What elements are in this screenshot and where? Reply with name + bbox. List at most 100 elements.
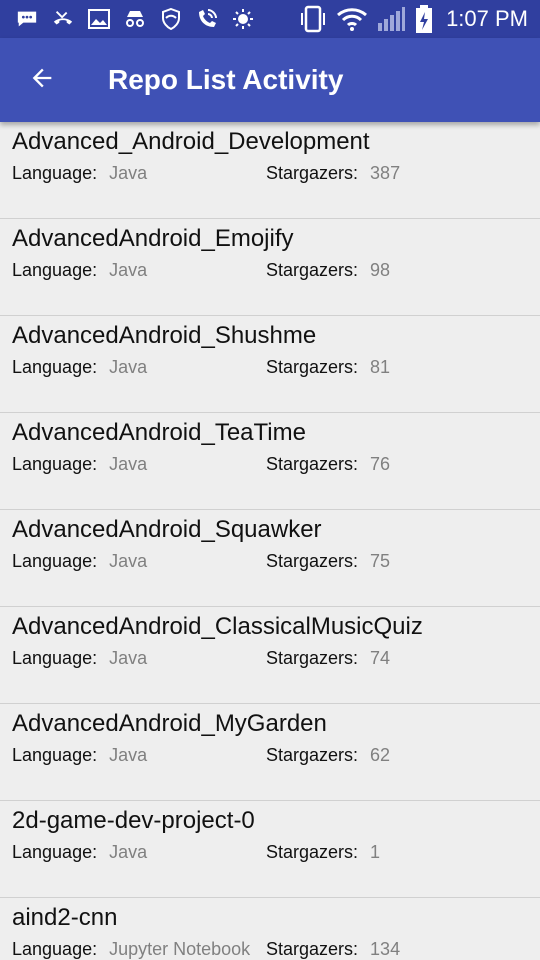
page-title: Repo List Activity bbox=[108, 64, 344, 95]
repo-list-item[interactable]: 2d-game-dev-project-0 Language: Java Sta… bbox=[0, 801, 540, 898]
language-label: Language: bbox=[12, 163, 98, 183]
language-group: Language: Jupyter Notebook bbox=[12, 936, 266, 960]
repo-meta: Language: Java Stargazers: 387 bbox=[12, 160, 528, 186]
stargazers-label: Stargazers: bbox=[266, 163, 359, 183]
repo-list-item[interactable]: AdvancedAndroid_Emojify Language: Java S… bbox=[0, 219, 540, 316]
repo-meta: Language: Java Stargazers: 74 bbox=[12, 645, 528, 671]
stargazers-label: Stargazers: bbox=[266, 939, 359, 959]
language-label: Language: bbox=[12, 357, 98, 377]
language-value: Java bbox=[109, 842, 148, 862]
stargazers-label: Stargazers: bbox=[266, 551, 359, 571]
language-group: Language: Java bbox=[12, 548, 266, 574]
screen: 1:07 PM Repo List Activity Advanced_Andr… bbox=[0, 0, 540, 960]
signal-icon bbox=[376, 7, 406, 31]
language-label: Language: bbox=[12, 745, 98, 765]
arrow-back-icon bbox=[28, 64, 56, 97]
repo-list-item[interactable]: AdvancedAndroid_Shushme Language: Java S… bbox=[0, 316, 540, 413]
stargazers-group: Stargazers: 1 bbox=[266, 839, 380, 865]
wifi-icon bbox=[336, 8, 368, 31]
status-right-icons: 1:07 PM bbox=[298, 5, 528, 33]
repo-list[interactable]: Advanced_Android_Development Language: J… bbox=[0, 122, 540, 960]
stargazers-value: 75 bbox=[370, 551, 391, 571]
language-value: Java bbox=[109, 551, 148, 571]
battery-charging-icon bbox=[414, 5, 434, 33]
shield-icon bbox=[160, 8, 182, 30]
repo-meta: Language: Java Stargazers: 1 bbox=[12, 839, 528, 865]
language-value: Java bbox=[109, 163, 148, 183]
repo-name: Advanced_Android_Development bbox=[12, 128, 370, 155]
repo-meta: Language: Java Stargazers: 75 bbox=[12, 548, 528, 574]
language-value: Java bbox=[109, 260, 148, 280]
back-button[interactable] bbox=[12, 50, 72, 110]
language-label: Language: bbox=[12, 454, 98, 474]
repo-name: AdvancedAndroid_ClassicalMusicQuiz bbox=[12, 613, 423, 640]
language-label: Language: bbox=[12, 260, 98, 280]
repo-meta: Language: Java Stargazers: 98 bbox=[12, 257, 528, 283]
language-value: Java bbox=[109, 454, 148, 474]
language-group: Language: Java bbox=[12, 160, 266, 186]
language-value: Java bbox=[109, 648, 148, 668]
stargazers-label: Stargazers: bbox=[266, 745, 359, 765]
stargazers-group: Stargazers: 81 bbox=[266, 354, 390, 380]
image-icon bbox=[88, 8, 110, 30]
language-value: Java bbox=[109, 357, 148, 377]
stargazers-value: 76 bbox=[370, 454, 391, 474]
language-group: Language: Java bbox=[12, 257, 266, 283]
brightness-icon bbox=[232, 8, 254, 30]
stargazers-label: Stargazers: bbox=[266, 357, 359, 377]
repo-list-item[interactable]: AdvancedAndroid_TeaTime Language: Java S… bbox=[0, 413, 540, 510]
language-label: Language: bbox=[12, 551, 98, 571]
language-group: Language: Java bbox=[12, 451, 266, 477]
status-left-icons bbox=[16, 8, 254, 30]
repo-name: AdvancedAndroid_Squawker bbox=[12, 516, 322, 543]
repo-meta: Language: Java Stargazers: 81 bbox=[12, 354, 528, 380]
repo-list-item[interactable]: aind2-cnn Language: Jupyter Notebook Sta… bbox=[0, 898, 540, 960]
stargazers-group: Stargazers: 75 bbox=[266, 548, 390, 574]
status-bar: 1:07 PM bbox=[0, 0, 540, 38]
stargazers-value: 1 bbox=[370, 842, 381, 862]
language-label: Language: bbox=[12, 842, 98, 862]
repo-name: AdvancedAndroid_Emojify bbox=[12, 225, 294, 252]
repo-name: AdvancedAndroid_Shushme bbox=[12, 322, 317, 349]
stargazers-group: Stargazers: 98 bbox=[266, 257, 390, 283]
stargazers-value: 387 bbox=[370, 163, 401, 183]
language-group: Language: Java bbox=[12, 354, 266, 380]
incognito-icon bbox=[124, 8, 146, 30]
stargazers-group: Stargazers: 74 bbox=[266, 645, 390, 671]
language-value: Jupyter Notebook bbox=[109, 939, 251, 959]
wifi-calling-icon bbox=[196, 8, 218, 30]
language-label: Language: bbox=[12, 939, 98, 959]
stargazers-label: Stargazers: bbox=[266, 454, 359, 474]
message-icon bbox=[16, 8, 38, 30]
repo-list-item[interactable]: AdvancedAndroid_Squawker Language: Java … bbox=[0, 510, 540, 607]
stargazers-label: Stargazers: bbox=[266, 842, 359, 862]
stargazers-group: Stargazers: 62 bbox=[266, 742, 390, 768]
repo-list-item[interactable]: AdvancedAndroid_ClassicalMusicQuiz Langu… bbox=[0, 607, 540, 704]
language-label: Language: bbox=[12, 648, 98, 668]
repo-meta: Language: Java Stargazers: 62 bbox=[12, 742, 528, 768]
repo-list-item[interactable]: Advanced_Android_Development Language: J… bbox=[0, 122, 540, 219]
stargazers-group: Stargazers: 134 bbox=[266, 936, 400, 960]
stargazers-value: 98 bbox=[370, 260, 391, 280]
repo-name: AdvancedAndroid_TeaTime bbox=[12, 419, 306, 446]
missed-call-icon bbox=[52, 8, 74, 30]
stargazers-value: 74 bbox=[370, 648, 391, 668]
app-bar: Repo List Activity bbox=[0, 38, 540, 122]
repo-list-item[interactable]: AdvancedAndroid_MyGarden Language: Java … bbox=[0, 704, 540, 801]
repo-meta: Language: Jupyter Notebook Stargazers: 1… bbox=[12, 936, 528, 960]
language-group: Language: Java bbox=[12, 645, 266, 671]
status-time: 1:07 PM bbox=[446, 6, 528, 31]
language-group: Language: Java bbox=[12, 742, 266, 768]
vibrate-icon bbox=[298, 5, 328, 33]
language-value: Java bbox=[109, 745, 148, 765]
repo-meta: Language: Java Stargazers: 76 bbox=[12, 451, 528, 477]
repo-name: AdvancedAndroid_MyGarden bbox=[12, 710, 327, 737]
stargazers-value: 81 bbox=[370, 357, 391, 377]
stargazers-label: Stargazers: bbox=[266, 648, 359, 668]
repo-name: aind2-cnn bbox=[12, 904, 118, 931]
stargazers-group: Stargazers: 76 bbox=[266, 451, 390, 477]
language-group: Language: Java bbox=[12, 839, 266, 865]
stargazers-value: 134 bbox=[370, 939, 401, 959]
stargazers-value: 62 bbox=[370, 745, 391, 765]
repo-name: 2d-game-dev-project-0 bbox=[12, 807, 255, 834]
